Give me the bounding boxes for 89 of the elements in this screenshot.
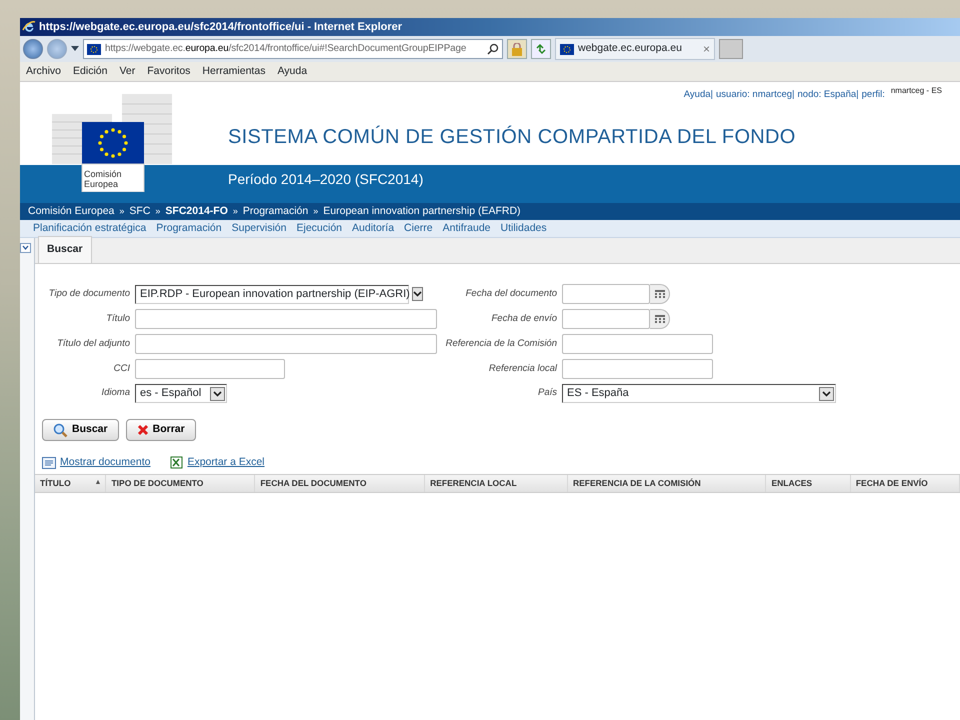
browser-tab[interactable]: webgate.ec.europa.eu × bbox=[555, 38, 715, 60]
spreadsheet-icon bbox=[170, 456, 184, 470]
column-header[interactable]: TIPO DE DOCUMENTO bbox=[106, 474, 256, 492]
field-label: Referencia de la Comisión bbox=[444, 336, 557, 351]
tab-title: webgate.ec.europa.eu bbox=[578, 41, 682, 56]
lock-icon[interactable] bbox=[507, 39, 527, 59]
breadcrumb-separator: » bbox=[232, 204, 238, 218]
input-field[interactable] bbox=[562, 359, 713, 379]
column-header[interactable]: REFERENCIA LOCAL bbox=[425, 474, 568, 492]
search-button[interactable]: Buscar bbox=[42, 419, 119, 441]
header-link[interactable]: usuario: nmartceg| bbox=[716, 88, 795, 102]
nav-link[interactable]: Antifraude bbox=[438, 220, 496, 236]
breadcrumb-separator: » bbox=[313, 204, 318, 218]
menu-item[interactable]: Archivo bbox=[20, 64, 68, 80]
document-icon bbox=[42, 456, 56, 469]
select-value: EIP.RDP - European innovation partnership (EIP-AGRI) bbox=[140, 286, 410, 302]
header-link[interactable]: Ayuda| bbox=[684, 88, 713, 102]
calendar-icon bbox=[654, 290, 664, 298]
breadcrumb-link[interactable]: Programación bbox=[242, 204, 308, 220]
field-label: Tipo de documento bbox=[48, 286, 130, 301]
url-text: https://webgate.ec.europa.eu/sfc2014/frontoffice/ui#!SearchDocumentGroupEIPPage bbox=[105, 42, 466, 56]
menu-item[interactable]: Herramientas bbox=[196, 64, 272, 80]
page-tab[interactable]: Buscar bbox=[38, 236, 92, 263]
delete-icon bbox=[136, 424, 149, 436]
select-field[interactable]: ES - España bbox=[562, 384, 836, 403]
dropdown-icon[interactable] bbox=[71, 46, 79, 52]
menu-item[interactable]: Ayuda bbox=[271, 64, 314, 80]
back-button[interactable] bbox=[23, 39, 43, 59]
clear-button[interactable]: Borrar bbox=[126, 419, 196, 441]
profile-text: nmartceg - ES bbox=[890, 85, 942, 97]
new-tab-button[interactable] bbox=[719, 39, 743, 59]
breadcrumb-link[interactable]: SFC bbox=[129, 204, 150, 220]
collapse-icon[interactable] bbox=[20, 243, 31, 254]
menu-item[interactable]: Favoritos bbox=[141, 64, 196, 80]
nav-link[interactable]: Auditoría bbox=[347, 220, 400, 236]
nav-link[interactable]: Programación bbox=[151, 220, 227, 236]
breadcrumb-link[interactable]: Comisión Europea bbox=[28, 204, 114, 220]
browser-logo-icon bbox=[22, 20, 36, 34]
logo-text: Comisión Europea bbox=[84, 170, 122, 190]
flag-icon bbox=[87, 44, 101, 54]
field-label: Referencia local bbox=[488, 362, 557, 376]
header-link[interactable]: nodo: España| bbox=[798, 88, 859, 102]
calendar-button[interactable] bbox=[650, 284, 670, 304]
breadcrumb-separator: » bbox=[155, 204, 160, 218]
input-field[interactable] bbox=[562, 334, 713, 354]
close-tab-button[interactable]: × bbox=[702, 40, 710, 58]
field-label: País bbox=[536, 386, 557, 400]
input-field[interactable] bbox=[135, 359, 285, 379]
nav-link[interactable]: Utilidades bbox=[496, 220, 552, 236]
breadcrumb-separator: » bbox=[119, 204, 124, 218]
window-title: https://webgate.ec.europa.eu/sfc2014/frontoffice/ui - Internet Explorer bbox=[39, 20, 402, 35]
field-label: Fecha de envío bbox=[490, 312, 557, 326]
field-label: Título bbox=[105, 312, 130, 326]
input-field[interactable] bbox=[135, 334, 437, 354]
refresh-icon bbox=[535, 43, 547, 55]
header-link[interactable]: perfil: bbox=[862, 88, 885, 102]
address-field[interactable]: https://webgate.ec.europa.eu/sfc2014/frontoffice/ui#!SearchDocumentGroupEIPPage bbox=[83, 39, 503, 59]
system-title: SISTEMA COMÚN DE GESTIÓN COMPARTIDA DEL FONDO bbox=[228, 124, 796, 150]
menu-item[interactable]: Ver bbox=[113, 64, 142, 80]
search-icon[interactable] bbox=[487, 43, 499, 55]
field-label: Fecha del documento bbox=[464, 286, 557, 301]
column-header[interactable]: FECHA DE ENVÍO bbox=[850, 474, 960, 492]
select-field[interactable]: es - Español bbox=[135, 384, 227, 403]
date-field[interactable] bbox=[562, 284, 650, 304]
period-subtitle: Período 2014–2020 (SFC2014) bbox=[228, 171, 424, 187]
nav-link[interactable]: Planificación estratégica bbox=[28, 220, 152, 236]
refresh-button[interactable] bbox=[531, 39, 551, 59]
breadcrumb-link[interactable]: European innovation partnership (EAFRD) bbox=[323, 204, 521, 220]
nav-link[interactable]: Cierre bbox=[399, 220, 438, 236]
column-header[interactable]: ENLACES bbox=[766, 474, 851, 492]
search-icon bbox=[53, 422, 68, 438]
nav-link[interactable]: Supervisión bbox=[226, 220, 292, 236]
breadcrumb-link[interactable]: SFC2014-FO bbox=[165, 204, 228, 220]
field-label: Idioma bbox=[100, 386, 130, 400]
select-value: ES - España bbox=[567, 386, 629, 402]
column-header[interactable]: FECHA DEL DOCUMENTO bbox=[255, 474, 426, 492]
menu-item[interactable]: Edición bbox=[67, 64, 114, 80]
export-link[interactable]: Exportar a Excel bbox=[170, 455, 265, 471]
select-value: es - Español bbox=[140, 386, 202, 402]
show-document-link[interactable]: Mostrar documento bbox=[42, 455, 150, 471]
flag-icon bbox=[560, 44, 574, 54]
column-header[interactable]: REFERENCIA DE LA COMISIÓN bbox=[568, 474, 766, 492]
date-field[interactable] bbox=[562, 309, 650, 329]
calendar-icon bbox=[654, 314, 664, 324]
input-field[interactable] bbox=[135, 309, 437, 329]
nav-link[interactable]: Ejecución bbox=[291, 220, 348, 236]
calendar-button[interactable] bbox=[650, 309, 670, 329]
field-label: Título del adjunto bbox=[56, 336, 130, 351]
field-label: CCI bbox=[112, 362, 130, 376]
